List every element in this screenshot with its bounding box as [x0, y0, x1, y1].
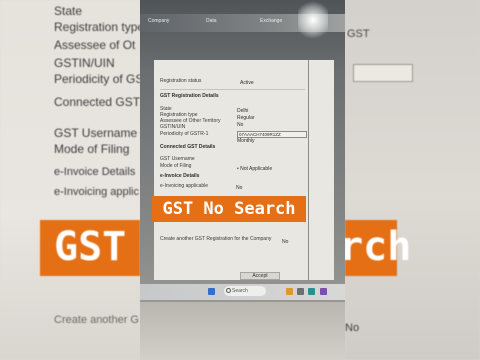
bg-line: Create another G — [54, 314, 139, 326]
divider — [160, 89, 305, 90]
search-icon — [226, 288, 231, 293]
bg-banner-left: GST — [40, 220, 140, 276]
gstin-field[interactable]: 07AAACH7409R1ZZ — [237, 131, 307, 138]
periodicity-label: Periodicity of GSTR-1 — [160, 131, 209, 137]
folder-icon[interactable] — [286, 288, 293, 295]
windows-start-icon[interactable] — [208, 288, 215, 295]
assessee-value[interactable]: No — [237, 122, 243, 128]
bg-line: Mode of Filing — [54, 142, 130, 156]
create-another-registration-value[interactable]: No — [282, 239, 288, 245]
bg-line: e-Invoicing applic — [54, 186, 139, 198]
bg-banner-right: arch — [345, 220, 411, 276]
bg-banner-right-text: arch — [345, 224, 412, 270]
mode-of-filing-label: Mode of Filing — [160, 163, 192, 169]
gst-registration-details-heading: GST Registration Details — [160, 93, 219, 99]
background-left-blur: State Registration type Assessee of Ot G… — [0, 0, 140, 360]
panel-divider — [308, 60, 309, 280]
create-another-registration-label: Create another GST Registration for the … — [160, 236, 272, 242]
desk-surface — [140, 302, 345, 360]
browser-icon[interactable] — [308, 288, 315, 295]
bg-line: Registration type — [54, 20, 140, 34]
e-invoicing-applicable-label: e-Invoicing applicable — [160, 183, 209, 189]
taskbar-search-placeholder: Search — [232, 288, 248, 294]
bg-line: GSTIN/UIN — [54, 56, 115, 70]
registration-status-value[interactable]: Active — [240, 80, 254, 86]
state-value[interactable]: Delhi — [237, 108, 248, 114]
gst-username-label: GST Username — [160, 156, 195, 162]
connected-gst-details-heading: Connected GST Details — [160, 144, 216, 150]
bg-line: Periodicity of GS — [54, 72, 140, 86]
bg-right-value: No — [345, 322, 360, 334]
bg-line: GST Username — [54, 126, 138, 140]
app-icon[interactable] — [297, 288, 304, 295]
menu-exchange[interactable]: Exchange — [260, 18, 282, 24]
registration-type-value[interactable]: Regular — [237, 115, 255, 121]
e-invoice-details-heading: e-Invoice Details — [160, 173, 200, 179]
bg-line: State — [54, 4, 83, 18]
menu-company[interactable]: Company — [148, 18, 169, 24]
accept-button[interactable]: Accept — [240, 272, 280, 280]
bg-right-input — [353, 64, 413, 82]
periodicity-value[interactable]: Monthly — [237, 138, 255, 144]
bg-line: Connected GST — [54, 95, 140, 109]
mode-of-filing-value[interactable]: • Not Applicable — [237, 166, 272, 172]
bg-right-header: GST — [347, 28, 370, 40]
background-right-blur: GST arch No — [345, 0, 480, 360]
e-invoicing-applicable-value[interactable]: No — [236, 185, 242, 191]
taskbar-search-box[interactable]: Search — [224, 286, 266, 296]
monitor-photo: Company Data Exchange Registration statu… — [140, 0, 345, 360]
registration-status-label: Registration status — [160, 78, 202, 84]
video-title-banner: GST No Search — [152, 196, 306, 222]
app-icon[interactable] — [320, 288, 327, 295]
menu-data[interactable]: Data — [206, 18, 217, 24]
bg-banner-left-text: GST — [54, 224, 127, 270]
gstin-label: GSTIN/UIN — [160, 124, 186, 130]
bg-line: e-Invoice Details — [54, 166, 136, 178]
video-frame: State Registration type Assessee of Ot G… — [0, 0, 480, 360]
bg-line: Assessee of Ot — [54, 38, 136, 52]
screen-glare — [298, 0, 328, 40]
video-title: GST No Search — [162, 199, 296, 219]
